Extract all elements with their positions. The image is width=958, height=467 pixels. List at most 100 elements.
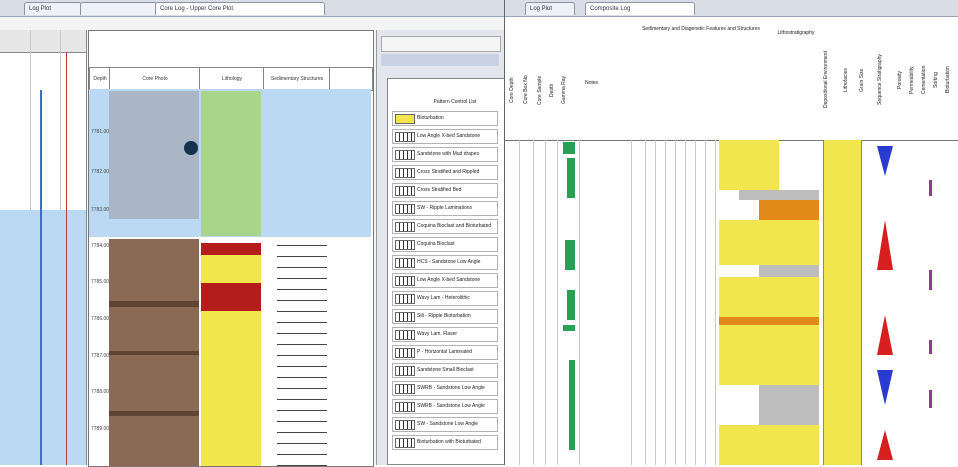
pattern-list-item[interactable]: P - Horizontal Laminated (392, 345, 498, 360)
col-header: Core Box No (523, 75, 529, 105)
pattern-list-item[interactable]: Cross Stratified and Rippled (392, 165, 498, 180)
log-selection-band (0, 210, 86, 465)
col-header: Bioturbation (945, 66, 951, 94)
col-header: Depth (549, 83, 555, 97)
depth-tick: 7785.00 (91, 279, 110, 285)
left-tab-2[interactable] (80, 2, 158, 15)
col-header: Gamma Ray (561, 75, 567, 105)
pattern-list-item-label: Bioturbation with Bioturbated (417, 439, 481, 445)
lith-red-1 (201, 243, 261, 255)
right-tab-2[interactable]: Composite Log (585, 2, 695, 15)
depth-tick: 7787.00 (91, 353, 110, 359)
lithology-pattern-list: Pattern Control List Bioturbation Low Ang… (387, 78, 505, 465)
pattern-swatch (395, 240, 415, 250)
pattern-list-item[interactable]: Bioturbation with Bioturbated (392, 435, 498, 450)
pattern-list: Bioturbation Low Angle X-bed Sandstone San… (388, 111, 502, 461)
log-track-left (0, 30, 87, 465)
pattern-list-item-label: P - Horizontal Laminated (417, 349, 472, 355)
right-tab-1[interactable]: Log Plot (525, 2, 575, 15)
pattern-swatch (395, 132, 415, 142)
log-track-header (0, 30, 86, 53)
sed-structures-header: Sedimentary Structures (263, 67, 331, 91)
pattern-list-item[interactable]: Coquina Bioclast and Bioturbated (392, 219, 498, 234)
pattern-swatch (395, 366, 415, 376)
pattern-swatch (395, 204, 415, 214)
col-header: Depositional Environment (823, 51, 829, 109)
depositional-env (823, 140, 847, 465)
lith-red-2 (201, 283, 261, 311)
depth-header: Depth (89, 67, 111, 91)
lithology-profile (719, 140, 819, 465)
pattern-list-item-label: Silt - Ripple Bioturbation (417, 313, 471, 319)
pattern-list-title: Pattern Control List (433, 99, 477, 105)
left-window: Log Plot Core Log - Upper Core Plot Dept… (0, 0, 505, 467)
pattern-list-item[interactable]: Silt - Ripple Bioturbation (392, 309, 498, 324)
pattern-list-item[interactable]: Low Angle X-bed Sandstone (392, 273, 498, 288)
pattern-list-item-label: HCS - Sandstone Low Angle (417, 259, 481, 265)
depth-tick: 7782.00 (91, 169, 110, 175)
pattern-list-item[interactable]: SW - Sandstone Low Angle (392, 417, 498, 432)
pattern-list-item[interactable]: Cross Stratified Bed (392, 183, 498, 198)
pattern-list-item[interactable]: Wavy Lam. Flaser (392, 327, 498, 342)
pattern-list-item[interactable]: SWRB - Sandstone Low Angle (392, 381, 498, 396)
pattern-list-item-label: Coquina Bioclast and Bioturbated (417, 223, 492, 229)
lithology-header: Lithology (199, 67, 265, 91)
col-header: Lithofacies (843, 68, 849, 92)
pattern-list-item-label: Low Angle X-bed Sandstone (417, 277, 481, 283)
pattern-swatch (395, 384, 415, 394)
lithofacies-column (845, 140, 862, 465)
core-plot: Depth Core Photo Lithology Sedimentary S… (88, 30, 374, 467)
left-tab-3[interactable]: Core Log - Upper Core Plot (155, 2, 325, 15)
pattern-swatch (395, 168, 415, 178)
core-plot-header-band (89, 31, 371, 68)
depth-tick: 7783.00 (91, 207, 110, 213)
col-header: Sequence Stratigraphy (877, 54, 883, 106)
pattern-list-item-label: SW - Ripple Laminations (417, 205, 473, 211)
pattern-list-item[interactable]: Sandstone with Mud drapes (392, 147, 498, 162)
depth-tick: 7781.00 (91, 129, 110, 135)
pattern-list-item-label: Bioturbation (417, 115, 444, 121)
log-curve (66, 52, 67, 465)
col-header: Cementation (921, 65, 927, 95)
pattern-list-item-label: Cross Stratified Bed (417, 187, 462, 193)
panel-toolbar (381, 36, 501, 52)
pattern-list-item[interactable]: SW - Ripple Laminations (392, 201, 498, 216)
pattern-swatch (395, 186, 415, 196)
pattern-swatch (395, 222, 415, 232)
depth-tick: 7784.00 (91, 243, 110, 249)
pattern-list-item-label: SW - Sandstone Low Angle (417, 421, 478, 427)
pattern-swatch (395, 348, 415, 358)
pattern-list-item[interactable]: Sandstone Small Bioclast (392, 363, 498, 378)
pattern-list-item[interactable]: Bioturbation (392, 111, 498, 126)
pattern-list-item[interactable]: Low Angle X-bed Sandstone (392, 129, 498, 144)
depth-tick: 7789.00 (91, 426, 110, 432)
log-curve-2 (40, 90, 42, 465)
depth-tick: 7788.00 (91, 389, 110, 395)
lith-yellow-2 (201, 311, 261, 466)
pattern-swatch (395, 276, 415, 286)
pattern-list-item[interactable]: HCS - Sandstone Low Angle (392, 255, 498, 270)
pattern-list-item-label: Sandstone with Mud drapes (417, 151, 479, 157)
extra-header (329, 67, 373, 91)
pattern-swatch (395, 150, 415, 160)
pattern-swatch (395, 258, 415, 268)
pattern-list-item[interactable]: Coquina Bioclast (392, 237, 498, 252)
properties-panel: Pattern Control List Bioturbation Low Ang… (376, 30, 505, 465)
gamma-ray-curve (559, 140, 577, 465)
pattern-list-item-label: Coquina Bioclast (417, 241, 455, 247)
pattern-list-item-label: Wavy Lam. Flaser (417, 331, 458, 337)
pattern-list-item[interactable]: Wavy Lam - Heterolithic (392, 291, 498, 306)
core-photo-top (109, 91, 199, 219)
pattern-swatch (395, 402, 415, 412)
composite-header: Sedimentary and Diagenetic Features and … (505, 22, 958, 141)
header-title-a: Sedimentary and Diagenetic Features and … (642, 26, 760, 32)
pattern-swatch (395, 330, 415, 340)
pattern-list-item-label: Sandstone Small Bioclast (417, 367, 474, 373)
header-title-b: Lithostratigraphy (777, 30, 815, 36)
col-header: Permeability (909, 66, 915, 94)
bioturbation-marks (925, 140, 945, 465)
left-tab-1[interactable]: Log Plot (24, 2, 82, 15)
depth-tick: 7786.00 (91, 316, 110, 322)
lith-green (201, 91, 261, 236)
pattern-list-item[interactable]: SWRB - Sandstone Low Angle (392, 399, 498, 414)
